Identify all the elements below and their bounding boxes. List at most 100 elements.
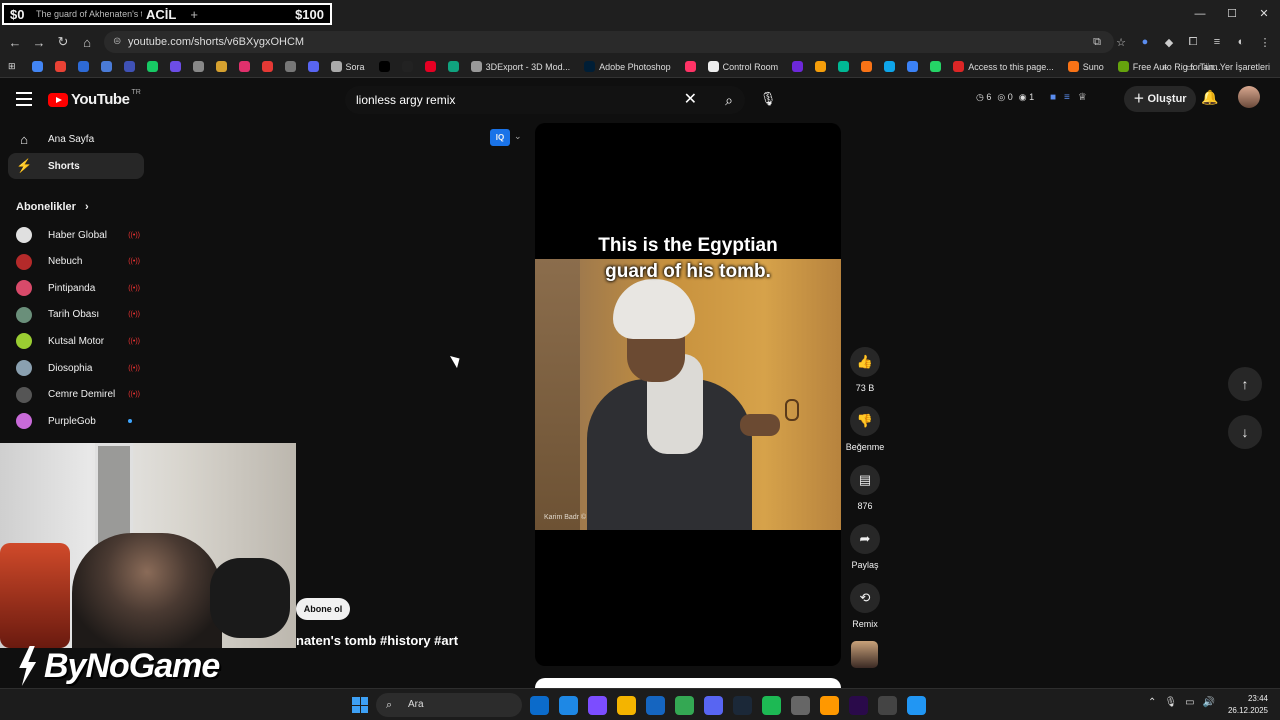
comments-button[interactable]: ▤ 876	[845, 465, 885, 511]
bookmark-item[interactable]: Sora	[327, 61, 365, 72]
browser-menu-icon[interactable]: ⋮	[1256, 36, 1274, 49]
remix-button[interactable]: ⟲ Remix	[845, 583, 885, 629]
site-info-icon[interactable]: ⊜	[113, 31, 121, 53]
sidebar-item-home[interactable]: ⌂ Ana Sayfa	[8, 126, 144, 152]
all-bookmarks[interactable]: ▭ Tüm Yer İşaretleri	[1186, 56, 1270, 78]
taskbar-search[interactable]: ⌕ Ara	[376, 693, 522, 717]
bookmark-item[interactable]	[212, 61, 231, 72]
like-button[interactable]: 👍 73 B	[845, 347, 885, 393]
taskbar-app-icon[interactable]	[849, 696, 868, 715]
list-icon[interactable]: ≡	[1064, 92, 1070, 103]
next-short-button[interactable]: ↓	[1228, 415, 1262, 449]
bookmark-item[interactable]	[398, 61, 417, 72]
windows-start-icon[interactable]	[352, 697, 368, 713]
reload-icon[interactable]: ↻	[51, 34, 75, 50]
search-icon[interactable]: ⌕	[725, 86, 733, 114]
dislike-button[interactable]: 👎 Beğenme	[845, 406, 885, 452]
create-button[interactable]: ＋ Oluştur	[1124, 86, 1196, 112]
install-app-icon[interactable]: ⧉	[1088, 36, 1106, 49]
bookmark-item[interactable]	[681, 61, 700, 72]
voice-search-icon[interactable]: 🎙	[756, 87, 780, 111]
maximize-button[interactable]: ☐	[1216, 0, 1248, 28]
chevron-up-icon[interactable]: ⌃	[1148, 697, 1156, 708]
monitor-icon[interactable]: ▭	[1185, 697, 1194, 708]
bookmark-item[interactable]	[120, 61, 139, 72]
bookmark-item[interactable]	[421, 61, 440, 72]
bookmark-item[interactable]: Suno	[1064, 61, 1104, 72]
taskbar-app-icon[interactable]	[820, 696, 839, 715]
taskbar-app-icon[interactable]	[704, 696, 723, 715]
bookmark-item[interactable]	[375, 61, 394, 72]
taskbar-app-icon[interactable]	[762, 696, 781, 715]
bookmark-item[interactable]	[189, 61, 208, 72]
address-bar[interactable]: ⊜ youtube.com/shorts/v6BXygxOHCM	[104, 31, 1114, 53]
taskbar-app-icon[interactable]	[907, 696, 926, 715]
bookmark-item[interactable]	[811, 61, 830, 72]
subscription-item[interactable]: PurpleGob	[16, 411, 140, 431]
taskbar-app-icon[interactable]	[530, 696, 549, 715]
extension-badge-icon[interactable]: IQ	[490, 129, 510, 146]
bookmark-item[interactable]	[258, 61, 277, 72]
bookmark-item[interactable]: Access to this page...	[949, 61, 1054, 72]
subscribe-button[interactable]: Abone ol	[296, 598, 350, 620]
share-button[interactable]: ➦ Paylaş	[845, 524, 885, 570]
bookmark-item[interactable]: 3DExport - 3D Mod...	[467, 61, 570, 72]
taskbar-app-icon[interactable]	[878, 696, 897, 715]
close-window-button[interactable]: ✕	[1248, 0, 1280, 28]
bookmark-item[interactable]	[903, 61, 922, 72]
taskbar-app-icon[interactable]	[559, 696, 578, 715]
extensions-puzzle-icon[interactable]: ⧠	[1184, 36, 1202, 49]
speaker-icon[interactable]: 🔊	[1203, 697, 1215, 708]
subscription-item[interactable]: Kutsal Motor ((•))	[16, 331, 140, 351]
subscription-item[interactable]: Cemre Demirel ((•))	[16, 385, 140, 405]
subscription-item[interactable]: Tarih Obası ((•))	[16, 305, 140, 325]
profile-icon[interactable]: ◐	[1232, 36, 1250, 48]
extension-icon[interactable]: ■	[1050, 92, 1056, 103]
extension-icon[interactable]: ●	[1136, 36, 1154, 48]
bookmark-item[interactable]	[74, 61, 93, 72]
trophy-icon[interactable]: ♕	[1078, 92, 1087, 103]
bookmark-item[interactable]	[926, 61, 945, 72]
minimize-button[interactable]: —	[1184, 0, 1216, 28]
taskbar-app-icon[interactable]	[588, 696, 607, 715]
taskbar-app-icon[interactable]	[617, 696, 636, 715]
browser-tab[interactable]: The guard of Akhenaten's t	[32, 9, 142, 19]
notifications-bell-icon[interactable]: 🔔	[1201, 89, 1218, 106]
home-icon[interactable]: ⌂	[75, 35, 99, 50]
apps-grid-icon[interactable]: ⊞	[8, 61, 16, 72]
extension-icon[interactable]: ◆	[1160, 36, 1178, 49]
bookmark-item[interactable]	[834, 61, 853, 72]
bookmark-item[interactable]	[880, 61, 899, 72]
bookmark-item[interactable]	[281, 61, 300, 72]
microphone-icon[interactable]: 🎙	[1164, 697, 1177, 708]
hamburger-menu-icon[interactable]	[16, 92, 32, 106]
chevron-down-icon[interactable]: ⌄	[514, 131, 522, 142]
bookmark-item[interactable]	[235, 61, 254, 72]
taskbar-clock[interactable]: 23:44 26.12.2025	[1224, 693, 1268, 717]
subscriptions-heading[interactable]: Abonelikler ›	[16, 201, 89, 213]
sound-thumbnail[interactable]	[851, 641, 878, 668]
media-control-icon[interactable]: ≡	[1208, 36, 1226, 48]
bookmark-item[interactable]	[51, 61, 70, 72]
more-bookmarks-icon[interactable]: »	[1162, 56, 1167, 78]
bookmark-item[interactable]	[97, 61, 116, 72]
bookmark-item[interactable]: Adobe Photoshop	[580, 61, 671, 72]
subscription-item[interactable]: Pintipanda ((•))	[16, 278, 140, 298]
subscription-item[interactable]: Diosophia ((•))	[16, 358, 140, 378]
bookmark-item[interactable]	[166, 61, 185, 72]
bookmark-item[interactable]: Control Room	[704, 61, 778, 72]
subscription-item[interactable]: Haber Global ((•))	[16, 225, 140, 245]
bookmark-item[interactable]	[857, 61, 876, 72]
shorts-player[interactable]: Karim Badr © This is the Egyptian guard …	[535, 123, 841, 666]
search-input[interactable]: lionless argy remix ✕ ⌕	[345, 86, 745, 114]
new-tab-button[interactable]: +	[190, 7, 198, 22]
youtube-logo[interactable]: YouTube TR	[48, 89, 141, 108]
bookmark-item[interactable]	[304, 61, 323, 72]
bookmark-item[interactable]	[444, 61, 463, 72]
bookmark-star-icon[interactable]: ☆	[1112, 36, 1130, 49]
taskbar-app-icon[interactable]	[791, 696, 810, 715]
taskbar-app-icon[interactable]	[646, 696, 665, 715]
bookmark-item[interactable]	[143, 61, 162, 72]
previous-short-button[interactable]: ↑	[1228, 367, 1262, 401]
forward-icon[interactable]: →	[27, 35, 51, 50]
